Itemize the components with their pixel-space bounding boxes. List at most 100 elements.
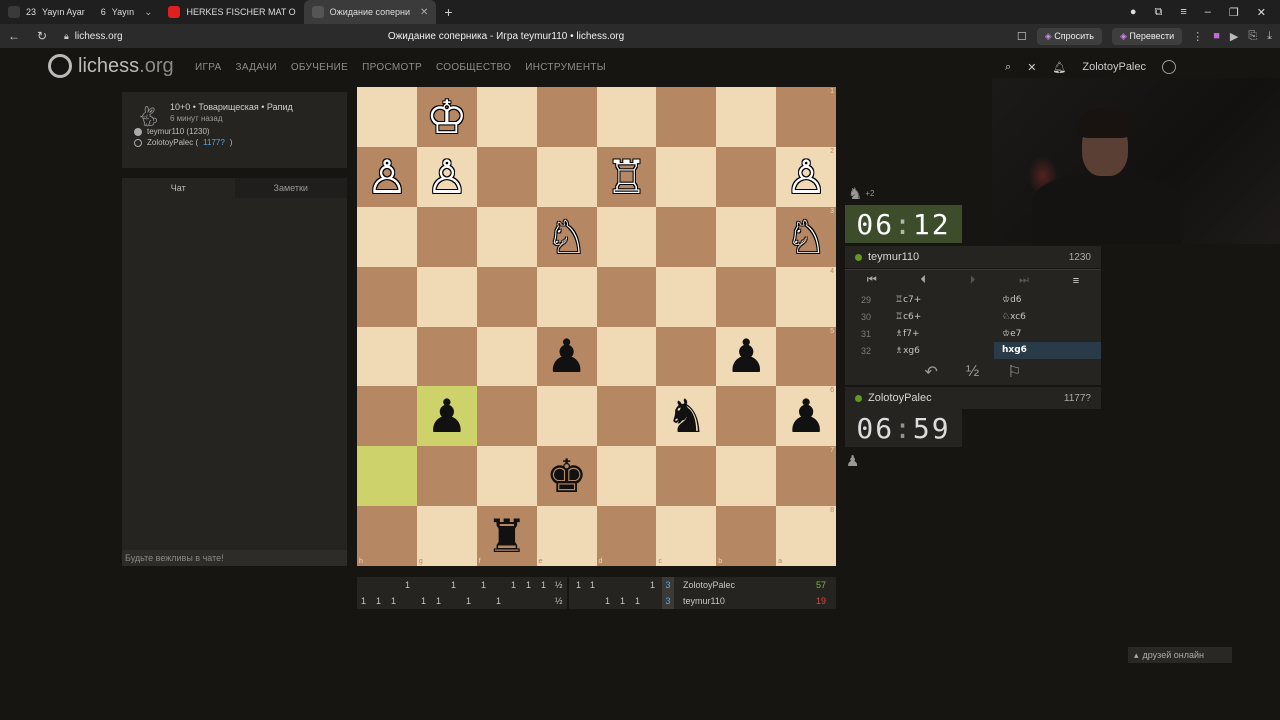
board-square[interactable]: d — [596, 506, 657, 566]
board-square[interactable] — [596, 87, 657, 147]
extension-icon[interactable]: ■ — [1213, 30, 1220, 42]
chess-board[interactable]: ♔ 1 ♙ ♙ ♖ ♙ 2 ♘ ♘ 3 4 ♟ ♟ 5 ♟ ♞ ♟ 6 ♚ 7 h g ♜ f e d c b 8 a — [357, 87, 836, 566]
media-icon[interactable]: ▶ — [1230, 30, 1238, 43]
board-square[interactable] — [656, 446, 717, 507]
board-square[interactable] — [357, 206, 417, 267]
board-square[interactable] — [476, 386, 537, 447]
board-square[interactable]: c — [656, 506, 717, 566]
black-move[interactable]: ♔e7 — [994, 329, 1101, 339]
ct-result[interactable]: 1 — [541, 580, 546, 590]
board-square[interactable]: 8a — [776, 506, 836, 566]
maximize-icon[interactable]: ❐ — [1229, 6, 1239, 19]
ct-result[interactable]: 1 — [436, 596, 441, 606]
browser-tab-youtube[interactable]: HERKES FISCHER MAT O — [160, 0, 303, 24]
chess-piece[interactable]: ♞ — [666, 393, 707, 439]
nav-watch[interactable]: ПРОСМОТР — [362, 62, 422, 73]
menu-icon[interactable]: ≡ — [1180, 6, 1186, 19]
chess-piece[interactable]: ♙ — [785, 154, 826, 200]
board-square[interactable] — [716, 386, 777, 447]
chess-piece[interactable]: ♟ — [546, 333, 587, 379]
extensions-icon[interactable]: ⧉ — [1155, 6, 1163, 19]
translate-button[interactable]: ◈ Перевести — [1111, 27, 1183, 45]
ct-result[interactable]: 1 — [635, 596, 640, 606]
ct-result[interactable]: 1 — [451, 580, 456, 590]
top-player-name[interactable]: teymur110 — [868, 251, 919, 263]
tab-notes[interactable]: Заметки — [234, 178, 347, 198]
board-square[interactable]: ♔ — [416, 87, 477, 147]
board-square[interactable] — [656, 326, 717, 387]
ct-result[interactable]: 1 — [620, 596, 625, 606]
chess-piece[interactable]: ♙ — [366, 154, 407, 200]
menu-icon[interactable]: ≡ — [1073, 275, 1079, 287]
board-square[interactable]: g — [416, 506, 477, 566]
board-square[interactable] — [416, 326, 477, 387]
new-tab-button[interactable]: + — [436, 4, 460, 20]
ct-result[interactable]: 1 — [576, 580, 581, 590]
board-square[interactable] — [656, 87, 717, 147]
minimize-icon[interactable]: – — [1205, 6, 1211, 19]
white-move[interactable]: ♗f7+ — [887, 329, 994, 339]
more-icon[interactable]: ⋮ — [1192, 30, 1203, 43]
board-square[interactable]: e — [536, 506, 597, 566]
board-square[interactable]: ♖ — [596, 146, 657, 207]
chevron-down-icon[interactable]: ⌄ — [144, 7, 152, 18]
board-square[interactable]: ♟ — [536, 326, 597, 387]
screenshot-icon[interactable]: ⎘ — [1248, 30, 1257, 43]
board-square[interactable] — [357, 326, 417, 387]
chess-piece[interactable]: ♘ — [785, 214, 826, 260]
offer-draw-button[interactable]: ½ — [966, 363, 979, 381]
chess-piece[interactable]: ♟ — [426, 393, 467, 439]
nav-community[interactable]: СООБЩЕСТВО — [436, 62, 511, 73]
ct-player[interactable]: ZolotoyPalec — [683, 580, 735, 590]
ct-result[interactable]: ½ — [555, 580, 563, 590]
board-square[interactable] — [716, 206, 777, 267]
user-avatar-icon[interactable] — [1162, 60, 1176, 74]
board-square[interactable] — [656, 266, 717, 327]
board-square[interactable] — [596, 386, 657, 447]
board-square[interactable] — [357, 386, 417, 447]
close-icon[interactable]: ✕ — [420, 7, 428, 18]
board-square[interactable]: ♞ — [656, 386, 717, 447]
ct-result[interactable]: 1 — [590, 580, 595, 590]
tab-chat[interactable]: Чат — [122, 178, 235, 198]
board-square[interactable] — [596, 446, 657, 507]
board-square[interactable]: ♟ — [416, 386, 477, 447]
close-window-icon[interactable]: ✕ — [1257, 6, 1266, 19]
site-logo[interactable]: lichess.org — [48, 54, 174, 78]
chess-piece[interactable]: ♟ — [726, 333, 767, 379]
username[interactable]: ZolotoyPalec — [1082, 61, 1146, 73]
ct-result[interactable]: 1 — [496, 596, 501, 606]
board-square[interactable] — [536, 386, 597, 447]
board-square[interactable]: 5 — [776, 326, 836, 387]
board-square[interactable] — [656, 146, 717, 207]
chess-piece[interactable]: ♖ — [606, 154, 647, 200]
nav-tools[interactable]: ИНСТРУМЕНТЫ — [525, 62, 606, 73]
board-square[interactable]: ♙ 2 — [776, 146, 836, 207]
download-icon[interactable]: ⤓ — [1267, 30, 1272, 43]
ask-button[interactable]: ◈ Спросить — [1036, 27, 1102, 45]
bookmark-icon[interactable]: ☐ — [1017, 30, 1027, 43]
chess-piece[interactable]: ♘ — [546, 214, 587, 260]
notifications-icon[interactable]: 🔔︎ — [1052, 61, 1066, 74]
white-move[interactable]: ♖c7+ — [887, 295, 994, 305]
board-square[interactable]: ♘ 3 — [776, 206, 836, 267]
board-square[interactable]: ♙ — [416, 146, 477, 207]
ct-player[interactable]: teymur110 — [683, 596, 725, 606]
board-square[interactable] — [476, 146, 537, 207]
browser-tab-2[interactable]: 6 Yayın ⌄ — [93, 0, 161, 24]
board-square[interactable]: 1 — [776, 87, 836, 147]
chat-input[interactable]: Будьте вежливы в чате! — [122, 550, 347, 566]
board-square[interactable] — [476, 446, 537, 507]
ct-result[interactable]: ½ — [555, 596, 563, 606]
chess-piece[interactable]: ♙ — [426, 154, 467, 200]
board-square[interactable]: h — [357, 506, 417, 566]
white-player-entry[interactable]: teymur110 (1230) — [134, 127, 335, 136]
black-move-current[interactable]: hxg6 — [994, 342, 1101, 359]
board-square[interactable] — [357, 446, 417, 507]
board-square[interactable] — [716, 266, 777, 327]
board-square[interactable]: ♘ — [536, 206, 597, 267]
ct-result[interactable]: 1 — [526, 580, 531, 590]
board-square[interactable] — [357, 87, 417, 147]
nav-play[interactable]: ИГРА — [195, 62, 221, 73]
board-square[interactable] — [656, 206, 717, 267]
